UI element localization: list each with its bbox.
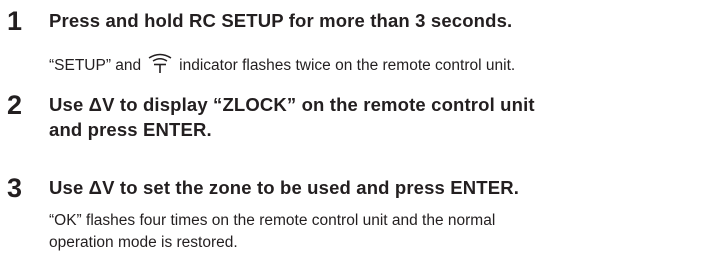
- step-description: “OK” flashes four times on the remote co…: [49, 210, 694, 254]
- step-number: 3: [7, 173, 23, 203]
- step-description-part1: “SETUP” and: [49, 57, 142, 74]
- step-title: Press and hold RC SETUP for more than 3 …: [49, 10, 513, 31]
- step-number: 2: [7, 90, 23, 120]
- step-description-part2: indicator flashes twice on the remote co…: [179, 57, 516, 74]
- step-title-line: and press ENTER.: [49, 119, 212, 140]
- step-number: 1: [7, 6, 23, 36]
- step-title: Use ΔV to set the zone to be used and pr…: [49, 177, 520, 198]
- remote-signal-indicator-icon: [145, 52, 175, 74]
- step-description: “SETUP” and indicator flashes twice on t…: [49, 52, 694, 77]
- step-description-line: “OK” flashes four times on the remote co…: [49, 212, 496, 229]
- step-title-line: Use ΔV to display “ZLOCK” on the remote …: [49, 94, 535, 115]
- step-description-line: operation mode is restored.: [49, 234, 238, 251]
- step-title: Use ΔV to display “ZLOCK” on the remote …: [49, 92, 699, 142]
